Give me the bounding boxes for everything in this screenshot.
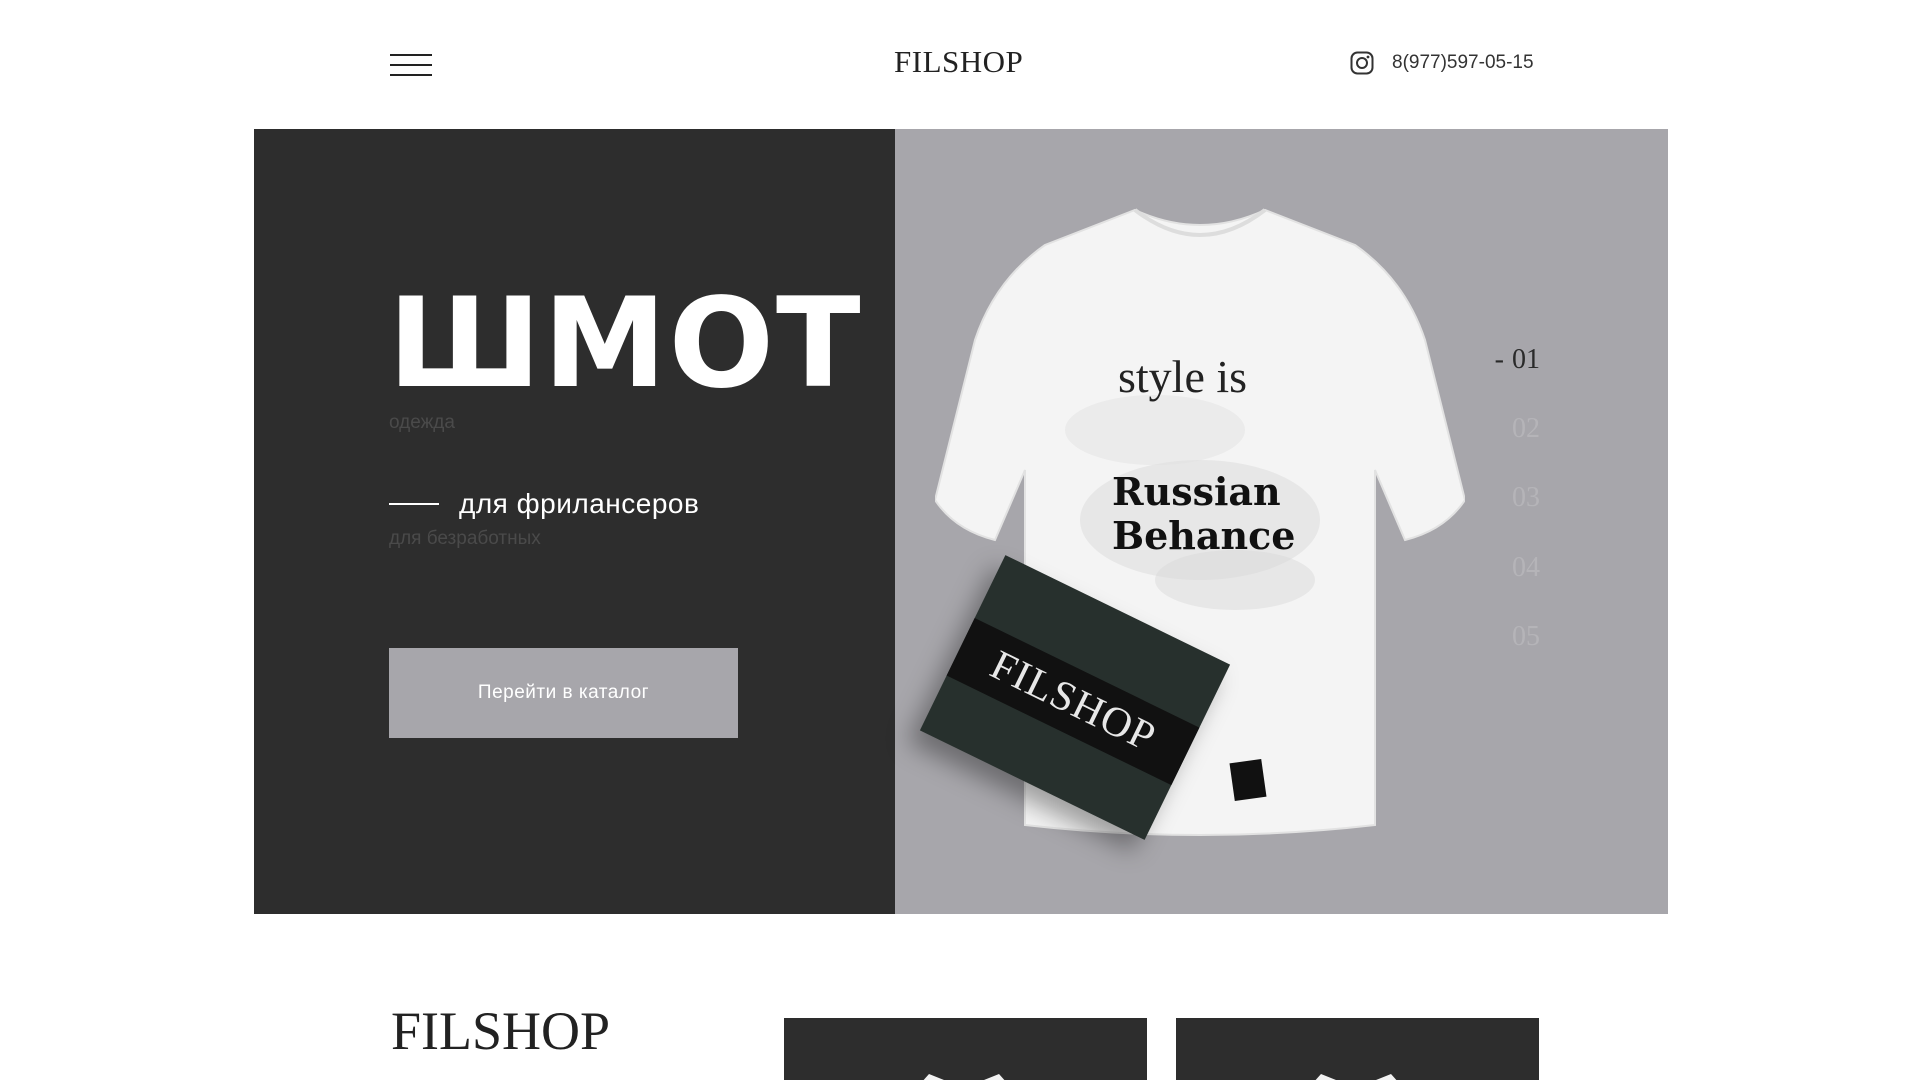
audience-line: для фрилансеров <box>389 488 699 520</box>
shirt-label-tag <box>1229 758 1267 802</box>
site-header: FILSHOP 8(977)597-05-15 <box>0 0 1920 129</box>
audience-alt-text: для безработных <box>389 528 541 549</box>
hero-subtitle: одежда <box>389 412 455 433</box>
shirt-print-line1: style is <box>1118 351 1248 402</box>
slide-dot-4[interactable]: 04 <box>1512 552 1540 584</box>
tshirt-thumbnail-icon <box>923 1074 1005 1080</box>
slide-dot-5[interactable]: 05 <box>1512 621 1540 653</box>
active-dash: - <box>1494 344 1504 375</box>
menu-bar <box>390 64 432 66</box>
audience-text: для фрилансеров <box>459 488 700 519</box>
phone-link[interactable]: 8(977)597-05-15 <box>1392 52 1534 74</box>
hero-left-panel <box>254 129 895 914</box>
decorative-dash <box>389 503 439 505</box>
instagram-icon[interactable] <box>1350 51 1374 75</box>
menu-bar <box>390 54 432 56</box>
hero-title: ШМОТ <box>388 272 863 416</box>
slide-number: 01 <box>1512 344 1540 375</box>
section-logo: FILSHOP <box>391 1001 611 1061</box>
catalog-button[interactable]: Перейти в каталог <box>389 648 738 738</box>
tshirt-thumbnail-icon <box>1315 1074 1397 1080</box>
menu-bar <box>390 74 432 76</box>
shirt-print-line2: Russian Behance <box>1112 469 1296 558</box>
site-logo[interactable]: FILSHOP <box>894 44 1023 80</box>
slide-dot-3[interactable]: 03 <box>1512 482 1540 514</box>
product-card[interactable] <box>784 1018 1147 1080</box>
slide-dot-1[interactable]: -01 <box>1495 344 1540 376</box>
product-card[interactable] <box>1176 1018 1539 1080</box>
hamburger-menu-icon[interactable] <box>390 52 432 78</box>
slide-dot-2[interactable]: 02 <box>1512 413 1540 445</box>
